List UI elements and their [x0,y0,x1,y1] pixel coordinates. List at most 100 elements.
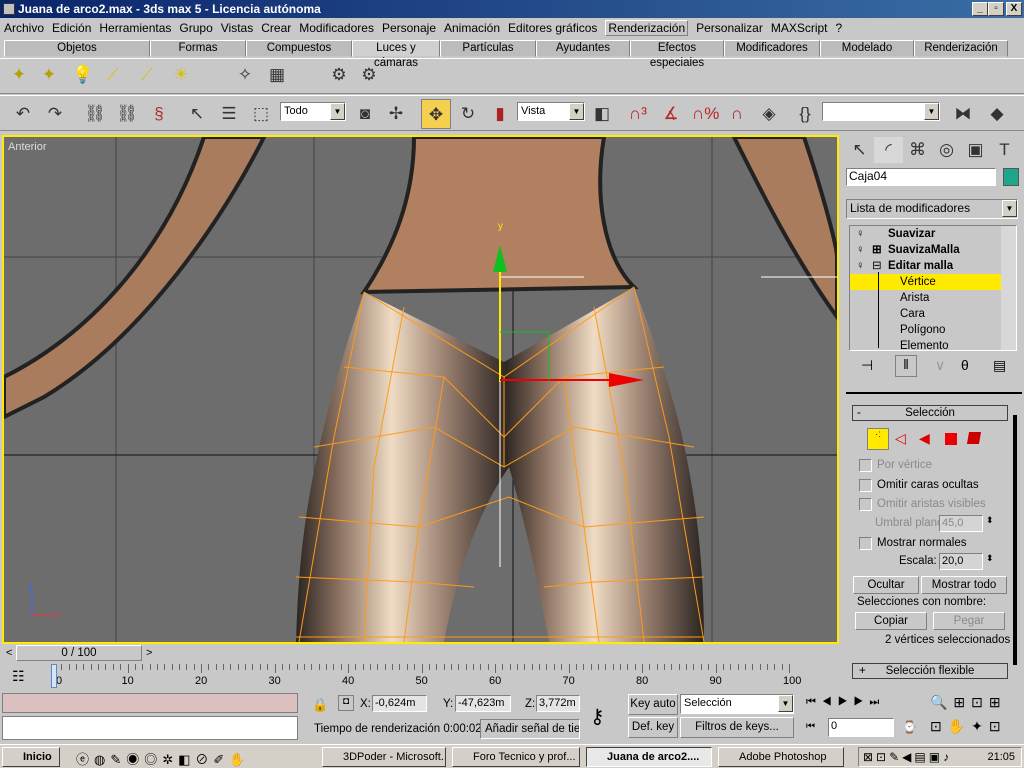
maximize-button[interactable]: ▫ [988,2,1004,16]
make-unique-icon[interactable]: ∨ [935,357,945,374]
tab-2[interactable]: Compuestos [246,40,352,57]
utilities-tab-icon[interactable]: T [990,137,1019,163]
track-bar[interactable]: 0 10 20 30 40 50 60 70 80 90 100 [50,664,810,690]
snap-3-icon[interactable]: ∩³ [625,101,651,127]
lock-icon[interactable]: 🔒 [312,697,328,713]
stack-item-suavizamalla[interactable]: SuavizaMalla ♀ ⊞ [850,242,1002,258]
vertex-mode-icon[interactable]: ·: [867,428,889,450]
free-camera-icon[interactable]: ⚙ [356,62,382,88]
remove-modifier-icon[interactable]: θ [961,357,969,373]
menu-0[interactable]: Archivo [4,21,44,35]
object-name-field[interactable]: Caja04 [846,168,996,186]
target-spot-icon[interactable]: ✦ [6,62,32,88]
viewport-front[interactable]: y z x Anterior [2,135,839,644]
angle-snap-icon[interactable]: ∡ [658,101,684,127]
menu-13[interactable]: ? [836,21,843,35]
taskbar-item-foro[interactable]: Foro Tecnico y prof... [452,747,580,767]
stack-item-poligono[interactable]: Polígono [850,322,1002,338]
trackbar-icon[interactable]: ☷ [12,668,25,685]
tab-5[interactable]: Ayudantes [536,40,630,57]
show-end-result-icon[interactable]: ‖ [895,355,917,377]
omitir-aristas-checkbox[interactable] [859,498,872,511]
time-slider-thumb[interactable]: 0 / 100 [16,645,142,661]
edit-named-selection-icon[interactable]: {} [792,101,818,127]
tab-9[interactable]: Renderización [914,40,1008,57]
quick-launch-icons[interactable]: ⓔ◍✎◉◎✲◧⊘✐✋ [76,749,251,768]
free-direct-icon[interactable]: ⟋ [134,62,160,88]
taskbar-item-photoshop[interactable]: Adobe Photoshop [718,747,844,767]
viewport-label[interactable]: Anterior [8,141,47,153]
object-color-swatch[interactable] [1003,168,1019,186]
tab-0[interactable]: Objetos [4,40,150,57]
undo-icon[interactable]: ↶ [10,101,36,127]
motion-tab-icon[interactable]: ◎ [932,137,961,163]
tab-3[interactable]: Luces y cámaras [352,40,440,69]
tab-1[interactable]: Formas [150,40,246,57]
window-crossing-icon[interactable]: ◙ [352,101,378,127]
select-and-rotate-icon[interactable]: ↻ [455,101,481,127]
add-time-tag[interactable]: Añadir señal de tiem [480,719,580,739]
auto-key-button[interactable]: Key auto [628,694,678,715]
named-selection-dropdown[interactable]: ▼ [822,102,940,121]
escala-input[interactable]: 20,0 [939,553,983,570]
menu-11[interactable]: Personalizar [696,21,763,35]
tab-4[interactable]: Partículas [440,40,536,57]
pin-stack-icon[interactable]: ⊣ [861,357,873,374]
viewport-nav-controls[interactable]: 🔍⊞⊡⊞ [930,694,1007,711]
link-icon[interactable]: ⛓ [82,101,108,127]
mostrar-normales-checkbox[interactable] [859,537,872,550]
umbral-spinner[interactable]: ⬍ [986,515,994,526]
unlink-icon[interactable]: ⛓ [114,101,140,127]
mirror-icon[interactable]: ⧓ [950,101,976,127]
set-key-button[interactable]: Def. key [628,717,678,738]
omitir-caras-checkbox[interactable] [859,479,872,492]
maxscript-listener-mini[interactable] [2,693,298,713]
ies-sky-icon[interactable]: ▦ [264,62,290,88]
x-coordinate-field[interactable]: -0,624m [372,695,427,712]
free-spot-icon[interactable]: ✦ [36,62,62,88]
redo-icon[interactable]: ↷ [42,101,68,127]
reference-coord-dropdown[interactable]: Vista ▼ [517,102,585,121]
pivot-center-icon[interactable]: ◧ [589,101,615,127]
menu-2[interactable]: Herramientas [99,21,171,35]
start-button[interactable]: Inicio [2,747,60,767]
por-vertice-checkbox[interactable] [859,459,872,472]
taskbar-item-3dpoder[interactable]: 3DPoder - Microsoft... [322,747,446,767]
menu-3[interactable]: Grupo [179,21,212,35]
stack-item-suavizar[interactable]: Suavizar ♀ [850,226,1002,242]
prompt-line[interactable] [2,716,298,740]
viewport-nav-controls-2[interactable]: ⊡✋✦⊡ [930,718,1007,735]
escala-spinner[interactable]: ⬍ [986,553,994,564]
ies-light-icon[interactable]: ✧ [232,62,258,88]
configure-sets-icon[interactable]: ▤ [993,357,1006,374]
menu-4[interactable]: Vistas [221,21,253,35]
align-icon[interactable]: ◆ [984,101,1010,127]
stack-item-arista[interactable]: Arista [850,290,1002,306]
pegar-button[interactable]: Pegar [933,612,1005,630]
panel-scrollbar[interactable] [1013,415,1017,665]
tray-icons[interactable]: ⊠⊡✎◀▤▣♪ [863,750,952,764]
umbral-input[interactable]: 45,0 [939,515,983,532]
tab-7[interactable]: Modificadores [724,40,820,57]
close-button[interactable]: X [1006,2,1022,16]
y-coordinate-field[interactable]: -47,623m [455,695,511,712]
hierarchy-tab-icon[interactable]: ⌘ [903,137,932,163]
tab-8[interactable]: Modelado [820,40,914,57]
stack-item-vertice[interactable]: Vértice [850,274,1002,290]
edge-mode-icon[interactable]: ◁ [895,430,906,447]
next-frame-button[interactable]: > [146,647,152,659]
key-mode-toggle-icon[interactable]: ⏮ [806,721,815,732]
time-config-icon[interactable]: ⌚ [902,720,917,734]
tab-6[interactable]: Efectos especiales [630,40,724,69]
stack-item-editar-malla[interactable]: Editar malla ♀ ⊟ [850,258,1002,274]
menu-5[interactable]: Crear [261,21,291,35]
menu-1[interactable]: Edición [52,21,91,35]
polygon-mode-icon[interactable] [945,433,957,445]
key-filters-button[interactable]: Filtros de keys... [680,717,794,738]
menu-7[interactable]: Personaje [382,21,436,35]
taskbar-item-3dsmax[interactable]: Juana de arco2.... [586,747,712,767]
select-by-name-icon[interactable]: ☰ [216,101,242,127]
percent-snap-icon[interactable]: ∩% [692,101,719,127]
named-selection-icon[interactable]: ◈ [756,101,782,127]
current-frame-marker[interactable] [51,664,57,688]
